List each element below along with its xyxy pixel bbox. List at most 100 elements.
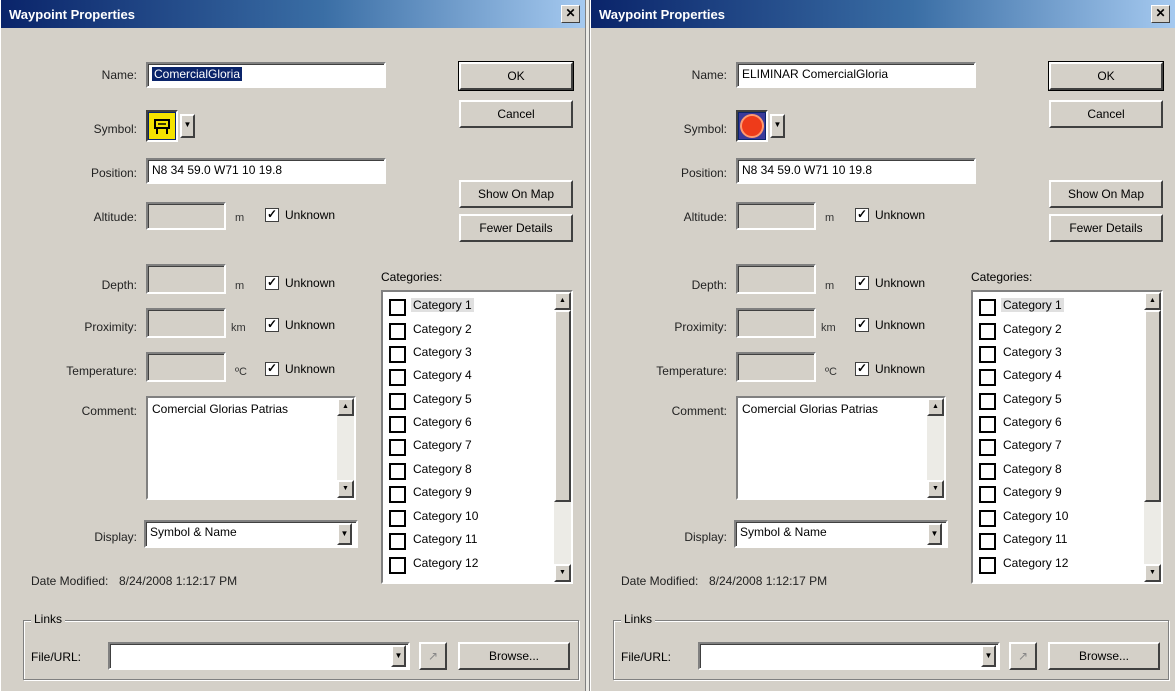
altitude-unknown-checkbox[interactable]: ✓: [855, 208, 869, 222]
scroll-thumb[interactable]: [554, 310, 571, 502]
show-on-map-button[interactable]: Show On Map: [1049, 180, 1163, 208]
category-checkbox[interactable]: [389, 323, 406, 340]
category-checkbox[interactable]: [979, 299, 996, 316]
category-label: Category 5: [1003, 392, 1062, 406]
category-checkbox[interactable]: [979, 393, 996, 410]
scroll-up-icon[interactable]: ▲: [927, 398, 944, 416]
altitude-unknown-checkbox[interactable]: ✓: [265, 208, 279, 222]
depth-label: Depth:: [101, 278, 137, 292]
date-modified-value: 8/24/2008 1:12:17 PM: [709, 574, 828, 588]
temperature-unknown-checkbox[interactable]: ✓: [855, 362, 869, 376]
file-url-label: File/URL:: [621, 650, 672, 664]
categories-list[interactable]: Category 1 Category 2 Category 3 Categor…: [971, 290, 1163, 584]
depth-label: Depth:: [691, 278, 727, 292]
display-select[interactable]: Symbol & Name: [144, 520, 358, 548]
comment-scrollbar[interactable]: ▲ ▼: [337, 398, 354, 498]
category-checkbox[interactable]: [979, 463, 996, 480]
depth-field: [146, 264, 226, 294]
proximity-unknown-checkbox[interactable]: ✓: [855, 318, 869, 332]
display-value: Symbol & Name: [150, 525, 237, 539]
open-link-button[interactable]: ↗: [419, 642, 447, 670]
temperature-label: Temperature:: [66, 364, 137, 378]
display-dropdown-icon[interactable]: ▼: [337, 523, 352, 545]
position-field[interactable]: N8 34 59.0 W71 10 19.8: [146, 158, 386, 184]
scroll-up-icon[interactable]: ▲: [1144, 292, 1161, 310]
category-label: Category 9: [1003, 485, 1062, 499]
file-url-input[interactable]: [108, 642, 410, 670]
scroll-down-icon[interactable]: ▼: [337, 480, 354, 498]
close-icon[interactable]: ✕: [1151, 5, 1170, 23]
cancel-button[interactable]: Cancel: [459, 100, 573, 128]
file-url-dropdown-icon[interactable]: ▼: [391, 645, 406, 667]
category-checkbox[interactable]: [389, 510, 406, 527]
category-checkbox[interactable]: [389, 486, 406, 503]
category-checkbox[interactable]: [389, 346, 406, 363]
position-field[interactable]: N8 34 59.0 W71 10 19.8: [736, 158, 976, 184]
category-checkbox[interactable]: [979, 510, 996, 527]
category-label: Category 4: [1003, 368, 1062, 382]
fewer-details-button[interactable]: Fewer Details: [459, 214, 573, 242]
open-link-button[interactable]: ↗: [1009, 642, 1037, 670]
categories-label: Categories:: [971, 270, 1033, 284]
category-checkbox[interactable]: [389, 557, 406, 574]
ok-button[interactable]: OK: [458, 61, 574, 91]
building-sign-icon: [149, 113, 175, 139]
display-select[interactable]: Symbol & Name: [734, 520, 948, 548]
category-checkbox[interactable]: [979, 486, 996, 503]
category-checkbox[interactable]: [389, 533, 406, 550]
proximity-unknown-checkbox[interactable]: ✓: [265, 318, 279, 332]
categories-list[interactable]: Category 1 Category 2 Category 3 Categor…: [381, 290, 573, 584]
symbol-label: Symbol:: [93, 122, 137, 136]
close-icon[interactable]: ✕: [561, 5, 580, 23]
category-label: Category 6: [1003, 415, 1062, 429]
category-checkbox[interactable]: [979, 369, 996, 386]
scroll-thumb[interactable]: [1144, 310, 1161, 502]
category-checkbox[interactable]: [389, 369, 406, 386]
category-checkbox[interactable]: [979, 557, 996, 574]
category-checkbox[interactable]: [389, 416, 406, 433]
category-checkbox[interactable]: [979, 346, 996, 363]
depth-unknown-checkbox[interactable]: ✓: [855, 276, 869, 290]
comment-scrollbar[interactable]: ▲ ▼: [927, 398, 944, 498]
red-circle-icon: [739, 113, 765, 139]
scroll-down-icon[interactable]: ▼: [927, 480, 944, 498]
category-label: Category 10: [413, 509, 479, 523]
category-checkbox[interactable]: [389, 393, 406, 410]
category-label: Category 7: [1003, 438, 1062, 452]
file-url-input[interactable]: [698, 642, 1000, 670]
comment-textarea[interactable]: Comercial Glorias Patrias ▲ ▼: [146, 396, 356, 500]
cancel-button[interactable]: Cancel: [1049, 100, 1163, 128]
browse-button[interactable]: Browse...: [458, 642, 570, 670]
category-checkbox[interactable]: [979, 439, 996, 456]
temperature-field: [736, 352, 816, 382]
display-value: Symbol & Name: [740, 525, 827, 539]
categories-scrollbar[interactable]: ▲ ▼: [554, 292, 571, 582]
display-dropdown-icon[interactable]: ▼: [927, 523, 942, 545]
ok-button[interactable]: OK: [1048, 61, 1164, 91]
category-label: Category 7: [413, 438, 472, 452]
comment-textarea[interactable]: Comercial Glorias Patrias ▲ ▼: [736, 396, 946, 500]
category-checkbox[interactable]: [389, 299, 406, 316]
fewer-details-button[interactable]: Fewer Details: [1049, 214, 1163, 242]
category-checkbox[interactable]: [979, 416, 996, 433]
category-checkbox[interactable]: [979, 323, 996, 340]
symbol-dropdown-button[interactable]: ▼: [770, 114, 785, 138]
name-field[interactable]: ComercialGloria: [146, 62, 386, 88]
category-checkbox[interactable]: [389, 439, 406, 456]
depth-unknown-checkbox[interactable]: ✓: [265, 276, 279, 290]
categories-scrollbar[interactable]: ▲ ▼: [1144, 292, 1161, 582]
scroll-up-icon[interactable]: ▲: [337, 398, 354, 416]
symbol-picker[interactable]: [146, 110, 178, 142]
symbol-picker[interactable]: [736, 110, 768, 142]
category-checkbox[interactable]: [979, 533, 996, 550]
temperature-unknown-checkbox[interactable]: ✓: [265, 362, 279, 376]
scroll-up-icon[interactable]: ▲: [554, 292, 571, 310]
scroll-down-icon[interactable]: ▼: [554, 564, 571, 582]
category-checkbox[interactable]: [389, 463, 406, 480]
browse-button[interactable]: Browse...: [1048, 642, 1160, 670]
name-field[interactable]: ELIMINAR ComercialGloria: [736, 62, 976, 88]
symbol-dropdown-button[interactable]: ▼: [180, 114, 195, 138]
scroll-down-icon[interactable]: ▼: [1144, 564, 1161, 582]
show-on-map-button[interactable]: Show On Map: [459, 180, 573, 208]
file-url-dropdown-icon[interactable]: ▼: [981, 645, 996, 667]
